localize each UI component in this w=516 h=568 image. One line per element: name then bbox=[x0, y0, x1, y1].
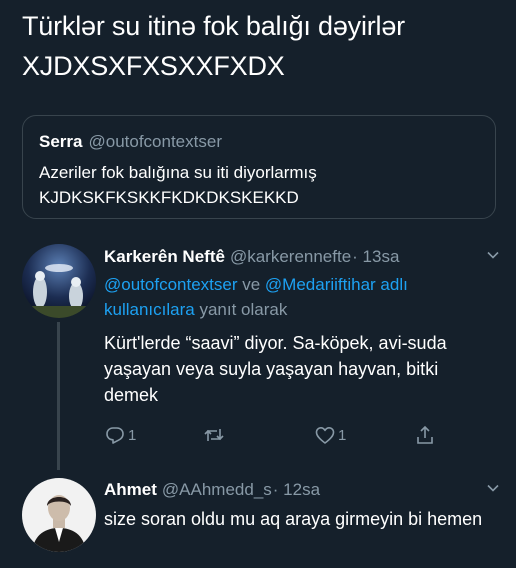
tweet-actions: 1 1 bbox=[104, 424, 444, 450]
reply-tweet[interactable]: Karkerên Neftê @karkerennefte· 13sa @outo… bbox=[104, 246, 499, 408]
like-icon bbox=[315, 427, 335, 444]
retweet-icon bbox=[204, 429, 224, 441]
avatar[interactable] bbox=[22, 244, 96, 318]
replying-suffix: yanıt olarak bbox=[194, 300, 288, 319]
like-button[interactable]: 1 bbox=[314, 424, 346, 446]
retweet-button[interactable] bbox=[203, 424, 225, 446]
like-count: 1 bbox=[338, 426, 347, 444]
reply-text: size soran oldu mu aq araya girmeyin bi … bbox=[104, 509, 483, 529]
reply-header: Karkerên Neftê @karkerennefte· 13sa bbox=[104, 246, 499, 268]
quoted-author-name[interactable]: Serra bbox=[39, 132, 82, 151]
chevron-down-icon[interactable] bbox=[486, 248, 500, 262]
quoted-author-handle[interactable]: @outofcontextser bbox=[88, 132, 222, 151]
thread-line bbox=[57, 322, 60, 470]
quoted-text-line-1: Azeriler fok balığına su iti diyorlarmış bbox=[39, 163, 317, 182]
avatar[interactable] bbox=[22, 478, 96, 552]
replying-to: @outofcontextser ve @Medariiftihar adlı … bbox=[104, 272, 494, 322]
reply-button[interactable]: 1 bbox=[104, 424, 136, 446]
avatar-image bbox=[22, 478, 96, 552]
reply-author-name[interactable]: Ahmet bbox=[104, 480, 157, 499]
reply-timestamp[interactable]: · 13sa bbox=[352, 247, 399, 266]
tweet-text: Türklər su itinə fok balığı dəyirlər XJD… bbox=[22, 6, 502, 86]
tweet-text-line-2: XJDXSXFXSXXFXDX bbox=[22, 51, 285, 81]
tweet-text-line-1: Türklər su itinə fok balığı dəyirlər bbox=[22, 11, 405, 41]
quoted-tweet[interactable]: Serra @outofcontextser Azeriler fok balığ… bbox=[22, 115, 496, 219]
reply-author-handle[interactable]: @karkerennefte bbox=[230, 247, 351, 266]
quoted-tweet-text: Azeriler fok balığına su iti diyorlarmış… bbox=[39, 160, 479, 210]
quoted-text-line-2: KJDKSKFKSKKFKDKDKSKEKKD bbox=[39, 188, 299, 207]
chevron-down-icon[interactable] bbox=[486, 481, 500, 495]
avatar-image bbox=[22, 244, 96, 318]
reply-author-name[interactable]: Karkerên Neftê bbox=[104, 247, 225, 266]
reply-header: Ahmet @AAhmedd_s· 12sa bbox=[104, 479, 499, 501]
quoted-tweet-header: Serra @outofcontextser bbox=[39, 131, 479, 153]
reply-text: Kürt'lerde “saavi” diyor. Sa-köpek, avi-… bbox=[104, 333, 447, 405]
reply-icon bbox=[106, 427, 124, 444]
share-icon bbox=[417, 425, 433, 444]
reply-tweet[interactable]: Ahmet @AAhmedd_s· 12sa size soran oldu mu… bbox=[104, 479, 499, 532]
share-button[interactable] bbox=[414, 424, 436, 446]
reply-author-handle[interactable]: @AAhmedd_s bbox=[162, 480, 272, 499]
mention-link[interactable]: @outofcontextser bbox=[104, 275, 238, 294]
reply-count: 1 bbox=[128, 426, 137, 444]
replying-conjunction: ve bbox=[237, 275, 265, 294]
reply-timestamp[interactable]: · 12sa bbox=[273, 480, 320, 499]
